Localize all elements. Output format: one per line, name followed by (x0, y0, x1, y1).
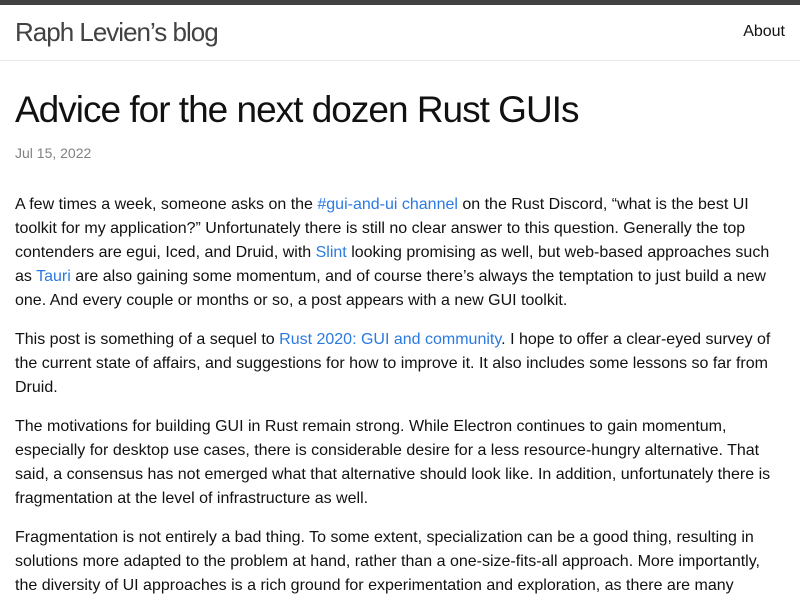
link-gui-and-ui-channel[interactable]: #gui-and-ui channel (317, 196, 458, 213)
post-title: Advice for the next dozen Rust GUIs (15, 89, 579, 130)
paragraph-text: A few times a week, someone asks on the (15, 196, 318, 213)
site-header: Raph Levien’s blog About (0, 5, 800, 61)
site-title-link[interactable]: Raph Levien’s blog (15, 17, 219, 47)
paragraph-fragmentation: Fragmentation is not entirely a bad thin… (15, 529, 760, 594)
link-slint[interactable]: Slint (316, 244, 347, 261)
post-date: Jul 15, 2022 (15, 145, 92, 161)
paragraph-motivations: The motivations for building GUI in Rust… (15, 418, 771, 507)
paragraph-text: This post is something of a sequel to (15, 331, 280, 348)
link-tauri[interactable]: Tauri (36, 268, 71, 285)
paragraph-intro: A few times a week, someone asks on the … (15, 193, 785, 313)
paragraph-text: are also gaining some momentum, and of c… (15, 268, 766, 309)
paragraph-sequel: This post is something of a sequel to Ru… (15, 328, 785, 400)
nav-link-about[interactable]: About (743, 22, 785, 42)
post-body: A few times a week, someone asks on the … (15, 193, 785, 600)
link-rust-2020-gui-and-community[interactable]: Rust 2020: GUI and community (279, 331, 501, 348)
